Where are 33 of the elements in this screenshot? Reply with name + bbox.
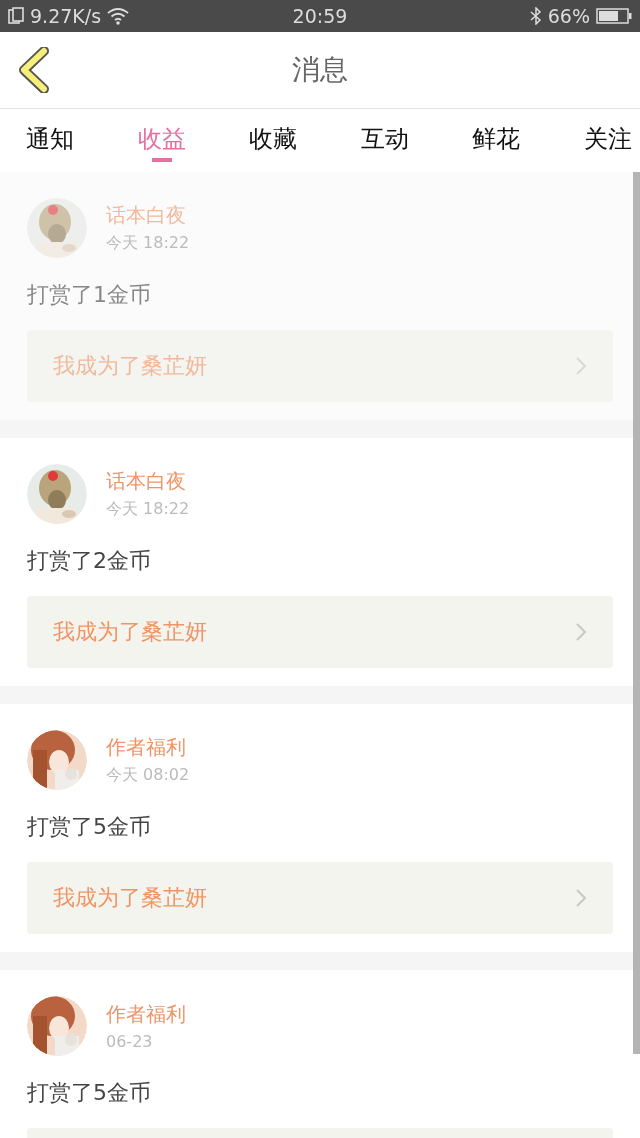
battery-percent: 66% <box>547 5 590 27</box>
sim-card-icon <box>8 7 24 25</box>
tab[interactable]: 鲜花 <box>472 109 521 172</box>
message-time: 今天 18:22 <box>106 233 190 254</box>
message-text: 打赏了2金币 <box>27 547 152 575</box>
bluetooth-icon <box>529 7 542 25</box>
sender-name[interactable]: 话本白夜 <box>106 468 190 495</box>
story-link[interactable]: 我成为了桑芷妍 <box>27 596 613 668</box>
message-text: 打赏了5金币 <box>27 813 152 841</box>
wifi-icon <box>107 7 130 25</box>
tab[interactable]: 收藏 <box>249 109 298 172</box>
message-text: 打赏了1金币 <box>27 281 152 309</box>
message-time: 今天 18:22 <box>106 499 190 520</box>
tab[interactable]: 通知 <box>26 109 74 172</box>
chevron-right-icon <box>575 356 587 376</box>
page-title: 消息 <box>292 52 348 88</box>
tab[interactable]: 互动 <box>360 109 409 172</box>
message-time: 今天 08:02 <box>106 765 190 786</box>
tab[interactable]: 收益 <box>137 109 186 172</box>
message-text: 打赏了5金币 <box>27 1079 152 1107</box>
sender-name[interactable]: 话本白夜 <box>106 202 190 229</box>
chevron-right-icon <box>575 622 587 642</box>
story-link[interactable]: 我成为了桑芷妍 <box>27 862 613 934</box>
network-speed: 9.27K/s <box>30 5 102 27</box>
sender-name[interactable]: 作者福利 <box>106 1001 186 1028</box>
story-link[interactable]: 我成为了桑芷妍 <box>27 330 613 402</box>
tab[interactable]: 关注 <box>583 109 632 172</box>
battery-icon <box>596 7 632 25</box>
chevron-right-icon <box>575 888 587 908</box>
clock: 20:59 <box>292 5 348 27</box>
sender-name[interactable]: 作者福利 <box>106 734 190 761</box>
back-button[interactable] <box>16 47 50 93</box>
message-time: 06-23 <box>106 1032 154 1051</box>
